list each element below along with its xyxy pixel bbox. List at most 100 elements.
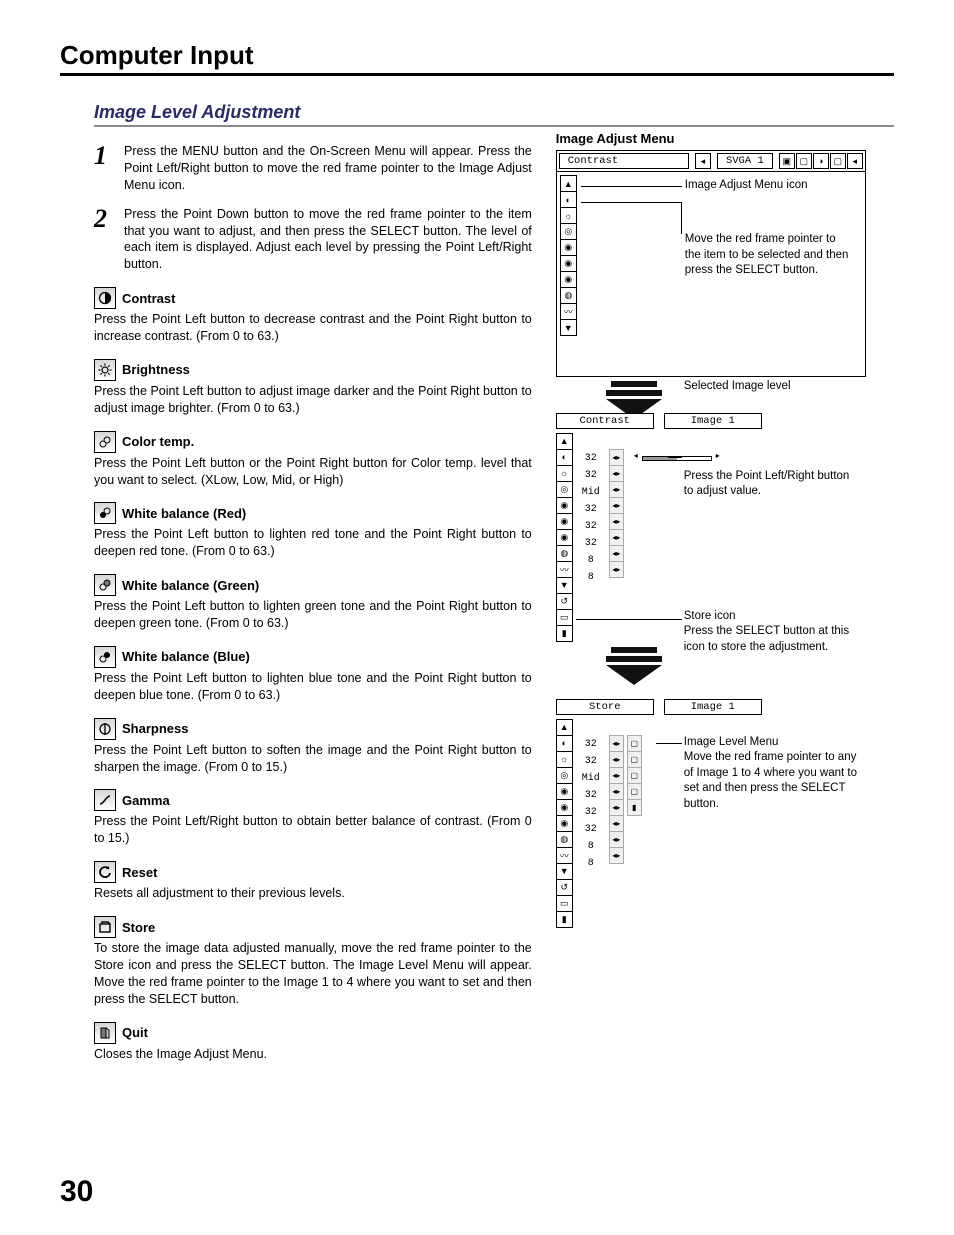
adjust-arrows-icon: ◂▸: [609, 449, 624, 466]
brightness-icon: ☼: [556, 465, 573, 482]
down-arrow-icon: ▼: [556, 577, 573, 594]
adjust-arrows-icon: ◂▸: [609, 561, 624, 578]
reset-icon: ↺: [556, 879, 573, 896]
callout-selected-level: Selected Image level: [684, 379, 894, 395]
wb-green-icon: ◉: [560, 255, 577, 272]
adjust-arrows-icon: ◂▸: [609, 751, 624, 768]
item-body: To store the image data adjusted manuall…: [94, 940, 532, 1008]
wb-red-icon: ◉: [556, 783, 573, 800]
val-contrast: 32: [573, 736, 609, 753]
item-sharpness: Sharpness Press the Point Left button to…: [94, 718, 532, 776]
val-wb-g: 32: [573, 518, 609, 535]
item-title: Reset: [122, 865, 157, 880]
sharpness-icon: ◍: [560, 287, 577, 304]
callout-store-body: Press the SELECT button at this icon to …: [684, 624, 859, 655]
val-colortemp: Mid: [573, 770, 609, 787]
osd-current-item: Contrast: [559, 153, 689, 169]
osd3-adj-col: ◂▸ ◂▸ ◂▸ ◂▸ ◂▸ ◂▸ ◂▸ ◂▸: [609, 719, 624, 927]
step-2: 2 Press the Point Down button to move th…: [94, 206, 532, 274]
osd2-right-label: Image 1: [664, 413, 762, 429]
gamma-icon: 〰: [560, 303, 577, 320]
store-icon: [94, 916, 116, 938]
adjust-arrows-icon: ◂▸: [609, 815, 624, 832]
item-body: Press the Point Left button to decrease …: [94, 311, 532, 345]
val-brightness: 32: [573, 467, 609, 484]
adjust-arrows-icon: ◂▸: [609, 545, 624, 562]
osd2-left-label: Contrast: [556, 413, 654, 429]
item-store: Store To store the image data adjusted m…: [94, 916, 532, 1008]
brightness-icon: ☼: [560, 207, 577, 224]
colortemp-icon: ◎: [560, 223, 577, 240]
val-gamma: 8: [573, 855, 609, 872]
callout-adjust-value: Press the Point Left/Right button to adj…: [684, 469, 859, 500]
step-number: 1: [94, 143, 114, 194]
quit-icon: ▮: [556, 625, 573, 642]
osd-source: SVGA 1: [717, 153, 773, 169]
item-body: Press the Point Left button to lighten g…: [94, 598, 532, 632]
osd-left-icons: ▲ ◐ ☼ ◎ ◉ ◉ ◉ ◍ 〰 ▼: [560, 175, 577, 369]
item-contrast: Contrast Press the Point Left button to …: [94, 287, 532, 345]
right-column: Image Adjust Menu Contrast ◂ SVGA 1 ▣ ▢ …: [556, 131, 894, 1062]
item-colortemp: Color temp. Press the Point Left button …: [94, 431, 532, 489]
item-wb-blue: White balance (Blue) Press the Point Lef…: [94, 646, 532, 704]
down-arrow-icon: ▼: [556, 863, 573, 880]
callout-imglvl-body: Move the red frame pointer to any of Ima…: [684, 750, 864, 812]
val-sharp: 8: [573, 838, 609, 855]
osd-menu-1: Contrast ◂ SVGA 1 ▣ ▢ ◑ ▢ ◂ ▲ ◐ ☼: [556, 150, 866, 377]
colortemp-icon: [94, 431, 116, 453]
osd2-icon-col: ▲ ◐ ☼ ◎ ◉ ◉ ◉ ◍ 〰 ▼ ↺ ▭ ▮: [556, 433, 573, 641]
val-sharp: 8: [573, 552, 609, 569]
item-wb-red: White balance (Red) Press the Point Left…: [94, 502, 532, 560]
osd3-left-label: Store: [556, 699, 654, 715]
item-body: Press the Point Left/Right button to obt…: [94, 813, 532, 847]
reset-icon: ↺: [556, 593, 573, 610]
adjust-arrows-icon: ◂▸: [609, 767, 624, 784]
brightness-icon: ☼: [556, 751, 573, 768]
item-quit: Quit Closes the Image Adjust Menu.: [94, 1022, 532, 1063]
item-title: Contrast: [122, 291, 175, 306]
item-title: White balance (Red): [122, 506, 246, 521]
section-title: Computer Input: [60, 40, 894, 76]
wb-green-icon: ◉: [556, 799, 573, 816]
wb-green-icon: ◉: [556, 513, 573, 530]
item-body: Press the Point Left button to soften th…: [94, 742, 532, 776]
wb-blue-icon: ◉: [560, 271, 577, 288]
item-body: Resets all adjustment to their previous …: [94, 885, 532, 902]
osd3-values: 32 32 Mid 32 32 32 8 8: [573, 719, 609, 927]
osd-top-icon: ▣: [779, 153, 795, 169]
item-title: Quit: [122, 1025, 148, 1040]
adjust-arrows-icon: ◂▸: [609, 735, 624, 752]
item-title: White balance (Green): [122, 578, 259, 593]
osd-top-icon: ◂: [847, 153, 863, 169]
wb-red-icon: [94, 502, 116, 524]
wb-blue-icon: ◉: [556, 529, 573, 546]
item-wb-green: White balance (Green) Press the Point Le…: [94, 574, 532, 632]
val-wb-r: 32: [573, 787, 609, 804]
wb-green-icon: [94, 574, 116, 596]
osd3-right-label: Image 1: [664, 699, 762, 715]
quit-icon: ▮: [556, 911, 573, 928]
step-number: 2: [94, 206, 114, 274]
osd-top-icon: ▢: [796, 153, 812, 169]
transition-arrow: [604, 647, 664, 685]
val-wb-g: 32: [573, 804, 609, 821]
val-wb-r: 32: [573, 501, 609, 518]
reset-icon: [94, 861, 116, 883]
item-brightness: Brightness Press the Point Left button t…: [94, 359, 532, 417]
contrast-icon: [94, 287, 116, 309]
item-body: Press the Point Left button to lighten r…: [94, 526, 532, 560]
brightness-icon: [94, 359, 116, 381]
step-1: 1 Press the MENU button and the On-Scree…: [94, 143, 532, 194]
quit-icon: [94, 1022, 116, 1044]
val-wb-b: 32: [573, 821, 609, 838]
adjust-arrows-icon: ◂▸: [609, 481, 624, 498]
right-heading: Image Adjust Menu: [556, 131, 894, 146]
item-body: Press the Point Left button or the Point…: [94, 455, 532, 489]
item-gamma: Gamma Press the Point Left/Right button …: [94, 789, 532, 847]
colortemp-icon: ◎: [556, 767, 573, 784]
subsection-title: Image Level Adjustment: [94, 102, 894, 127]
image-level-slot: ▢: [627, 751, 642, 768]
item-body: Press the Point Left button to lighten b…: [94, 670, 532, 704]
osd-top-icon: ▢: [830, 153, 846, 169]
osd-top-icon: ◑: [813, 153, 829, 169]
